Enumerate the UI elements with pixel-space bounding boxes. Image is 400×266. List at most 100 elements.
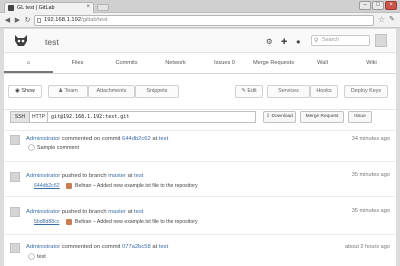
clone-url-input[interactable]: git@192.168.1.192:test.git <box>48 111 256 123</box>
favicon-icon <box>8 5 14 11</box>
comment-body: Sample comment <box>37 145 79 151</box>
home-icon: ⌂ <box>26 60 31 66</box>
merge-request-button[interactable]: Merge Request <box>300 111 344 123</box>
event-at: at <box>127 209 133 215</box>
avatar <box>10 243 20 253</box>
commit-link[interactable]: 644db2c62 <box>122 136 151 142</box>
author-link[interactable]: Administrator <box>26 244 60 250</box>
event-time: 35 minutes ago <box>351 172 390 178</box>
event-action: commented on commit <box>61 244 121 250</box>
nav-wall[interactable]: Wall <box>298 53 347 73</box>
commit-message: Beltran – Added new example.txt file to … <box>75 219 198 225</box>
project-link[interactable]: test <box>134 209 143 215</box>
tab-attachments[interactable]: Attachments <box>88 85 135 98</box>
app-header: test ⚙ ✚ ● ⚲ Search <box>4 29 396 53</box>
wrench-icon[interactable]: ✎ <box>389 15 398 25</box>
branch-link[interactable]: master <box>108 173 126 179</box>
tab-show-label: Show <box>21 88 35 94</box>
gitlab-page: test ⚙ ✚ ● ⚲ Search ⌂ Files Commits Netw… <box>4 29 396 266</box>
nav-issues[interactable]: Issues 0 <box>200 53 249 73</box>
maximize-button[interactable]: □ <box>372 1 384 10</box>
tab-close-icon[interactable]: × <box>86 3 90 12</box>
user-avatar[interactable] <box>375 34 387 47</box>
search-icon: ⚲ <box>314 38 319 44</box>
commit-message: Beltran – Added new example.txt file to … <box>75 183 198 189</box>
project-link[interactable]: test <box>159 244 168 250</box>
branch-link[interactable]: master <box>108 209 126 215</box>
event-title: Administrator pushed to branch master at… <box>26 209 143 215</box>
tab-edit[interactable]: ✎ Edit <box>235 85 263 98</box>
new-tab-button[interactable] <box>97 4 109 11</box>
ssh-button[interactable]: SSH <box>10 111 30 123</box>
reload-icon[interactable]: ↻ <box>23 16 32 25</box>
nav-network[interactable]: Network <box>151 53 200 73</box>
nav-wiki[interactable]: Wiki <box>347 53 396 73</box>
author-link[interactable]: Administrator <box>26 136 60 142</box>
http-button[interactable]: HTTP <box>30 111 48 123</box>
minimize-button[interactable]: – <box>359 1 371 10</box>
event-action: commented on commit <box>61 136 121 142</box>
tab-edit-label: Edit <box>247 88 257 94</box>
comment-icon: ◯ <box>28 145 35 151</box>
main-nav: ⌂ Files Commits Network Issues 0 Merge R… <box>4 53 396 74</box>
comment-body: test <box>37 254 46 260</box>
event-at: at <box>152 136 158 142</box>
event-title: Administrator commented on commit 077a2b… <box>26 244 168 250</box>
bookmark-star-icon[interactable]: ☆ <box>378 15 387 25</box>
avatar <box>10 207 20 217</box>
author-link[interactable]: Administrator <box>26 209 60 215</box>
event-at: at <box>127 173 133 179</box>
tab-show[interactable]: ◉ Show <box>8 85 42 98</box>
tab-deploy-keys[interactable]: Deploy Keys <box>344 85 388 98</box>
profile-person-icon[interactable]: ● <box>296 37 301 46</box>
tab-snippets[interactable]: Snippets <box>135 85 179 98</box>
nav-merge-requests[interactable]: Merge Requests <box>249 53 298 73</box>
gitlab-logo-icon[interactable] <box>14 34 28 47</box>
project-link[interactable]: test <box>159 136 168 142</box>
event-title: Administrator pushed to branch master at… <box>26 173 143 179</box>
admin-gear-icon[interactable]: ⚙ <box>266 37 273 46</box>
url-path: /gitlab/test <box>81 17 108 23</box>
feed-divider <box>4 130 396 131</box>
tab-team-label: Team <box>64 88 78 94</box>
avatar <box>10 172 20 182</box>
event-time: 35 minutes ago <box>351 208 390 214</box>
commit-sha-link[interactable]: 644db2c62 <box>34 183 60 189</box>
forward-icon[interactable]: ▶ <box>13 16 22 25</box>
tab-team[interactable]: ♟ Team <box>48 85 88 98</box>
author-link[interactable]: Administrator <box>26 173 60 179</box>
browser-tab[interactable]: GL test | GitLab × <box>4 2 94 13</box>
close-window-button[interactable]: × <box>385 1 397 10</box>
browser-toolbar: ◀ ▶ ↻ 192.168.1.192/gitlab/test ☆ ✎ <box>0 13 400 28</box>
tab-hooks[interactable]: Hooks <box>310 85 338 98</box>
issue-button[interactable]: Issue <box>348 111 372 123</box>
nav-files[interactable]: Files <box>53 53 102 73</box>
comment-icon: ◯ <box>28 254 35 260</box>
tab-services[interactable]: Services <box>267 85 310 98</box>
commit-link[interactable]: 077a2bc58 <box>122 244 151 250</box>
event-action: pushed to branch <box>61 173 107 179</box>
tab-title: GL test | GitLab <box>17 5 55 11</box>
download-label: Download <box>271 114 293 119</box>
nav-commits[interactable]: Commits <box>102 53 151 73</box>
event-time: 34 minutes ago <box>351 136 390 142</box>
back-icon[interactable]: ◀ <box>3 16 12 25</box>
clone-panel: SSH HTTP git@192.168.1.192:test.git ⇩ Do… <box>10 111 388 123</box>
page-icon <box>37 18 41 23</box>
new-project-plus-icon[interactable]: ✚ <box>281 37 287 46</box>
commit-sha-link[interactable]: 5bd8d88cc <box>34 219 59 225</box>
window-controls: – □ × <box>359 1 397 10</box>
feed-divider <box>4 234 396 235</box>
address-bar[interactable]: 192.168.1.192/gitlab/test <box>34 15 374 26</box>
event-at: at <box>152 244 158 250</box>
subnav-divider <box>4 109 396 110</box>
committer-avatar <box>66 219 72 225</box>
download-button[interactable]: ⇩ Download <box>263 111 296 123</box>
nav-home[interactable]: ⌂ <box>4 53 53 73</box>
url-host: 192.168.1.192 <box>44 17 82 23</box>
committer-avatar <box>66 183 72 189</box>
search-placeholder: Search <box>322 37 340 43</box>
event-title: Administrator commented on commit 644db2… <box>26 136 168 142</box>
search-input[interactable]: ⚲ Search <box>311 35 370 46</box>
project-link[interactable]: test <box>134 173 143 179</box>
